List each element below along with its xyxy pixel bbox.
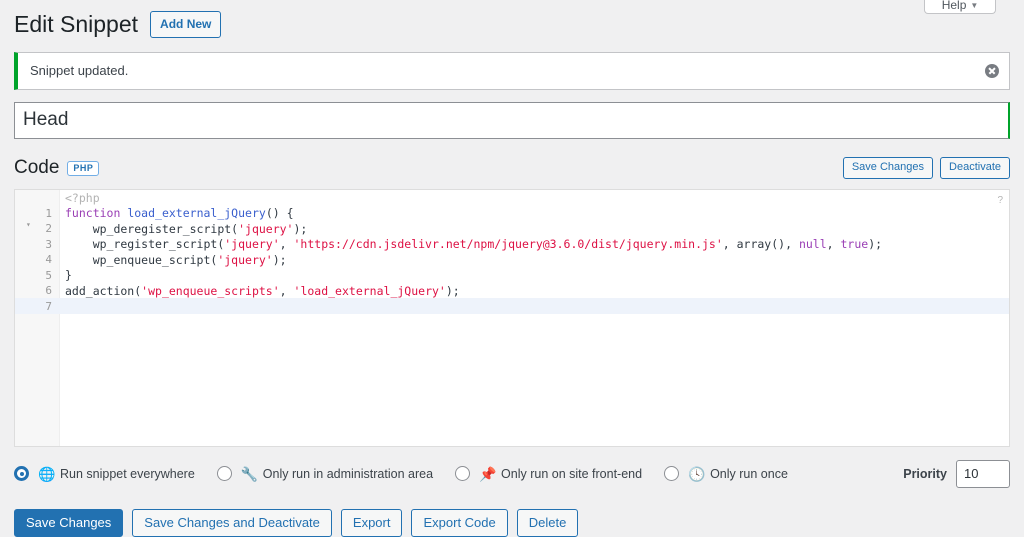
line-number: 6	[15, 284, 59, 297]
add-new-button[interactable]: Add New	[150, 11, 221, 38]
code-token: true	[841, 237, 869, 251]
code-token: 'jquery'	[224, 237, 279, 251]
code-line-text: add_action('wp_enqueue_scripts', 'load_e…	[59, 284, 460, 298]
save-changes-button[interactable]: Save Changes	[14, 509, 123, 537]
chevron-down-icon: ▼	[970, 1, 978, 10]
code-token: ,	[827, 237, 841, 251]
code-token: ,	[280, 237, 294, 251]
code-token: );	[273, 253, 287, 267]
code-editor[interactable]: ▾ ? 0 <?php 1function load_external_jQue…	[14, 189, 1010, 447]
export-button[interactable]: Export	[341, 509, 403, 537]
scope-option-1[interactable]: 🔧 Only run in administration area	[217, 466, 433, 481]
code-token: null	[799, 237, 827, 251]
line-number: 4	[15, 253, 59, 266]
scope-option-3[interactable]: 🕓 Only run once	[664, 466, 788, 481]
code-token: 'load_external_jQuery'	[294, 284, 446, 298]
code-line-text: wp_register_script('jquery', 'https://cd…	[59, 237, 882, 251]
code-section-header: Code PHP Save Changes Deactivate	[14, 155, 1010, 181]
scope-option-label: Run snippet everywhere	[60, 467, 195, 481]
priority-label: Priority	[903, 467, 947, 481]
scope-options-row: 🌐 Run snippet everywhere 🔧 Only run in admi…	[14, 461, 1010, 487]
code-token: 'jquery'	[217, 253, 272, 267]
line-number: 2	[15, 222, 59, 235]
wrench-icon: 🔧	[241, 467, 257, 481]
radio-button[interactable]	[217, 466, 232, 481]
code-line-text: wp_deregister_script('jquery');	[59, 222, 307, 236]
code-line: 2 wp_deregister_script('jquery');	[15, 221, 1009, 237]
export-code-button[interactable]: Export Code	[411, 509, 507, 537]
notice-snippet-updated: Snippet updated.	[14, 52, 1010, 90]
code-token: 'jquery'	[238, 222, 293, 236]
help-tab-label: Help	[942, 0, 967, 11]
code-token: , array(),	[723, 237, 799, 251]
radio-button[interactable]	[455, 466, 470, 481]
code-line: 5}	[15, 267, 1009, 283]
code-token: );	[293, 222, 307, 236]
code-token: () {	[266, 206, 294, 220]
code-token: 'wp_enqueue_scripts'	[141, 284, 279, 298]
code-line-text: }	[59, 268, 72, 282]
scope-option-label: Only run in administration area	[263, 467, 433, 481]
priority-group: Priority	[903, 460, 1010, 488]
code-line-text: function load_external_jQuery() {	[59, 206, 294, 220]
delete-button[interactable]: Delete	[517, 509, 579, 537]
code-token: );	[446, 284, 460, 298]
pin-icon: 📌	[479, 467, 495, 481]
save-changes-top-button[interactable]: Save Changes	[843, 157, 933, 179]
save-changes-and-deactivate-button[interactable]: Save Changes and Deactivate	[132, 509, 332, 537]
scope-option-2[interactable]: 📌 Only run on site front-end	[455, 466, 642, 481]
radio-button[interactable]	[14, 466, 29, 481]
scope-option-0[interactable]: 🌐 Run snippet everywhere	[14, 466, 195, 481]
code-header-actions: Save Changes Deactivate	[843, 157, 1010, 179]
snippet-title-input[interactable]	[14, 102, 1010, 139]
code-token: wp_deregister_script(	[65, 222, 238, 236]
language-badge: PHP	[67, 161, 99, 176]
code-line: 1function load_external_jQuery() {	[15, 205, 1009, 221]
code-line-phptag: 0 <?php	[15, 190, 1009, 206]
code-token: 'https://cdn.jsdelivr.net/npm/jquery@3.6…	[294, 237, 723, 251]
code-line: 7	[15, 298, 1009, 314]
priority-input[interactable]	[956, 460, 1010, 488]
globe-icon: 🌐	[38, 467, 54, 481]
help-tab[interactable]: Help ▼	[924, 0, 996, 14]
notice-dismiss-button[interactable]	[979, 58, 1005, 84]
php-open-tag: <?php	[59, 191, 100, 205]
code-token: function	[65, 206, 120, 220]
code-token: load_external_jQuery	[127, 206, 265, 220]
code-token: }	[65, 268, 72, 282]
line-number: 1	[15, 207, 59, 220]
line-number: 5	[15, 269, 59, 282]
clock-icon: 🕓	[688, 467, 704, 481]
notice-message: Snippet updated.	[18, 63, 128, 78]
editor-help-icon[interactable]: ?	[997, 195, 1003, 206]
close-icon	[985, 64, 999, 78]
radio-button[interactable]	[664, 466, 679, 481]
scope-option-label: Only run on site front-end	[501, 467, 642, 481]
line-number: 3	[15, 238, 59, 251]
code-token: ,	[280, 284, 294, 298]
code-token: wp_enqueue_script(	[65, 253, 217, 267]
snippet-title-row	[14, 102, 1010, 139]
code-line-text: wp_enqueue_script('jquery');	[59, 253, 287, 267]
deactivate-button[interactable]: Deactivate	[940, 157, 1010, 179]
page-title: Edit Snippet	[14, 10, 138, 40]
bottom-action-bar: Save Changes Save Changes and Deactivate E…	[14, 509, 1010, 537]
line-number: 0	[15, 191, 59, 204]
scope-option-label: Only run once	[710, 467, 788, 481]
line-number: 7	[15, 300, 59, 313]
code-line: 4 wp_enqueue_script('jquery');	[15, 252, 1009, 268]
code-lines: 0 <?php 1function load_external_jQuery()…	[15, 190, 1009, 446]
page-header: Edit Snippet Add New	[0, 0, 1024, 46]
code-line: 6add_action('wp_enqueue_scripts', 'load_…	[15, 283, 1009, 299]
code-label: Code	[14, 158, 59, 177]
code-token: );	[868, 237, 882, 251]
code-token: wp_register_script(	[65, 237, 224, 251]
code-token: add_action(	[65, 284, 141, 298]
code-line: 3 wp_register_script('jquery', 'https://…	[15, 236, 1009, 252]
